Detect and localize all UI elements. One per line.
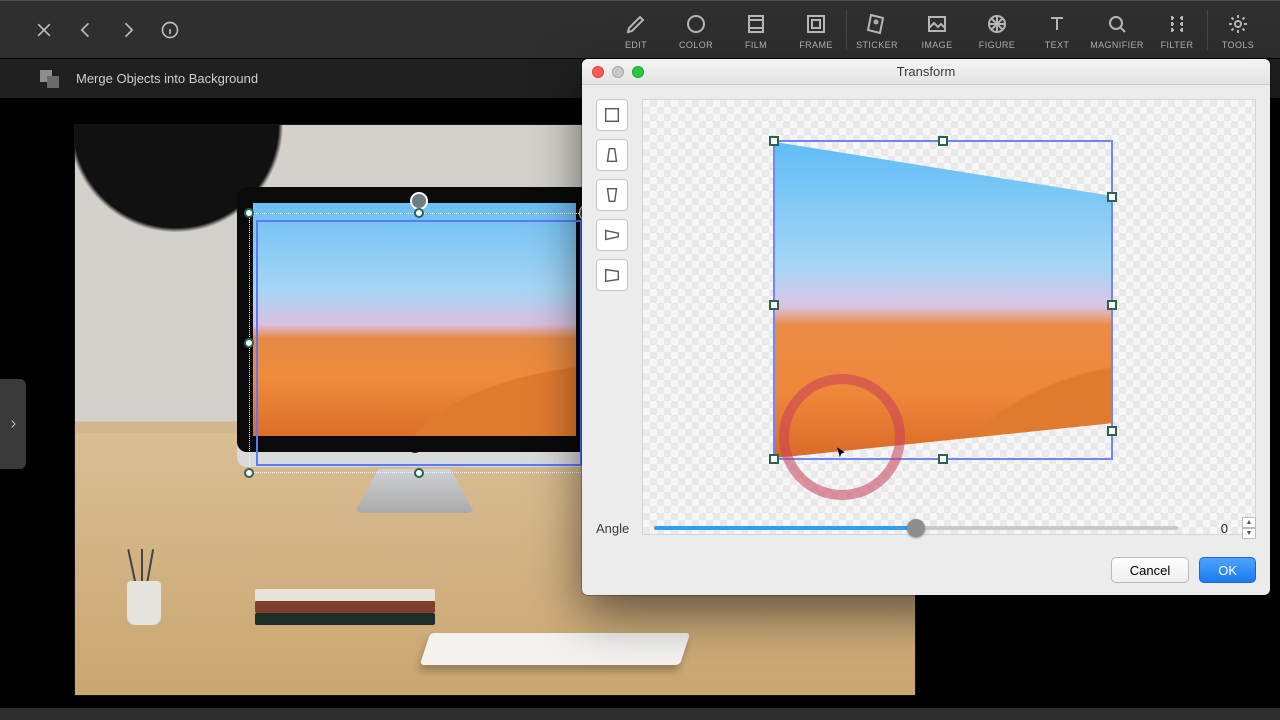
tool-figure[interactable]: FIGURE	[967, 1, 1027, 60]
preview-bounding-box[interactable]	[773, 140, 1113, 460]
angle-stepper-up-icon[interactable]: ▲	[1242, 517, 1256, 528]
transform-preview[interactable]	[642, 99, 1256, 535]
left-panel-expand-handle[interactable]	[0, 379, 26, 469]
transform-mode-perspective-horizontal-icon[interactable]	[596, 179, 628, 211]
transform-mode-skew-icon[interactable]	[596, 219, 628, 251]
tool-edit-label: EDIT	[625, 40, 647, 50]
preview-handle-tm[interactable]	[938, 136, 948, 146]
tool-tools[interactable]: TOOLS	[1208, 1, 1268, 60]
tool-filter-label: FILTER	[1161, 40, 1194, 50]
tool-color-label: COLOR	[679, 40, 713, 50]
angle-control: Angle 0 ▲ ▼	[596, 513, 1256, 543]
status-bar	[0, 708, 1280, 720]
preview-image	[775, 142, 1111, 458]
window-close-icon[interactable]	[592, 66, 604, 78]
photo-imac	[237, 187, 592, 487]
main-toolbar: EDIT COLOR FILM FRAME STICKER IMAGE FIGU…	[0, 0, 1280, 59]
tool-sticker-label: STICKER	[856, 40, 898, 50]
preview-handle-tr[interactable]	[1107, 192, 1117, 202]
photo-pencil-cup	[115, 555, 175, 625]
tool-shelf: EDIT COLOR FILM FRAME STICKER IMAGE FIGU…	[606, 1, 1268, 58]
tool-tools-label: TOOLS	[1222, 40, 1254, 50]
tool-filter[interactable]: FILTER	[1147, 1, 1207, 60]
tool-magnifier[interactable]: MAGNIFIER	[1087, 1, 1147, 60]
preview-handle-mr[interactable]	[1107, 300, 1117, 310]
info-icon[interactable]	[158, 18, 182, 42]
transform-dialog: Transform	[582, 59, 1270, 595]
dialog-title: Transform	[582, 64, 1270, 79]
preview-handle-br[interactable]	[1107, 426, 1117, 436]
transform-mode-perspective-vertical-icon[interactable]	[596, 139, 628, 171]
preview-handle-ml[interactable]	[769, 300, 779, 310]
tool-sticker[interactable]: STICKER	[847, 1, 907, 60]
preview-handle-bm[interactable]	[938, 454, 948, 464]
merge-objects-icon	[40, 70, 62, 88]
angle-slider[interactable]	[654, 526, 1178, 530]
transform-mode-scale-icon[interactable]	[596, 99, 628, 131]
dialog-titlebar[interactable]: Transform	[582, 59, 1270, 85]
ok-button[interactable]: OK	[1199, 557, 1256, 583]
transform-mode-free-icon[interactable]	[596, 259, 628, 291]
nav-back-icon[interactable]	[74, 18, 98, 42]
tool-color[interactable]: COLOR	[666, 1, 726, 60]
tool-text[interactable]: TEXT	[1027, 1, 1087, 60]
tool-image-label: IMAGE	[921, 40, 952, 50]
tool-edit[interactable]: EDIT	[606, 1, 666, 60]
tool-image[interactable]: IMAGE	[907, 1, 967, 60]
nav-forward-icon[interactable]	[116, 18, 140, 42]
tool-magnifier-label: MAGNIFIER	[1090, 40, 1144, 50]
angle-label: Angle	[596, 521, 642, 536]
window-zoom-icon[interactable]	[632, 66, 644, 78]
photo-books	[255, 585, 435, 625]
close-icon[interactable]	[32, 18, 56, 42]
tool-film[interactable]: FILM	[726, 1, 786, 60]
angle-stepper-down-icon[interactable]: ▼	[1242, 528, 1256, 539]
angle-stepper[interactable]: ▲ ▼	[1242, 517, 1256, 539]
angle-slider-thumb[interactable]	[907, 519, 925, 537]
photo-keyboard	[420, 633, 690, 665]
preview-handle-bl[interactable]	[769, 454, 779, 464]
angle-value[interactable]: 0	[1190, 521, 1230, 536]
transform-mode-list	[596, 99, 628, 535]
tool-frame[interactable]: FRAME	[786, 1, 846, 60]
window-minimize-icon[interactable]	[612, 66, 624, 78]
merge-objects-button[interactable]: Merge Objects into Background	[76, 71, 258, 86]
tool-text-label: TEXT	[1045, 40, 1070, 50]
cancel-button[interactable]: Cancel	[1111, 557, 1189, 583]
tool-film-label: FILM	[745, 40, 767, 50]
tool-frame-label: FRAME	[799, 40, 833, 50]
tool-figure-label: FIGURE	[979, 40, 1015, 50]
preview-handle-tl[interactable]	[769, 136, 779, 146]
